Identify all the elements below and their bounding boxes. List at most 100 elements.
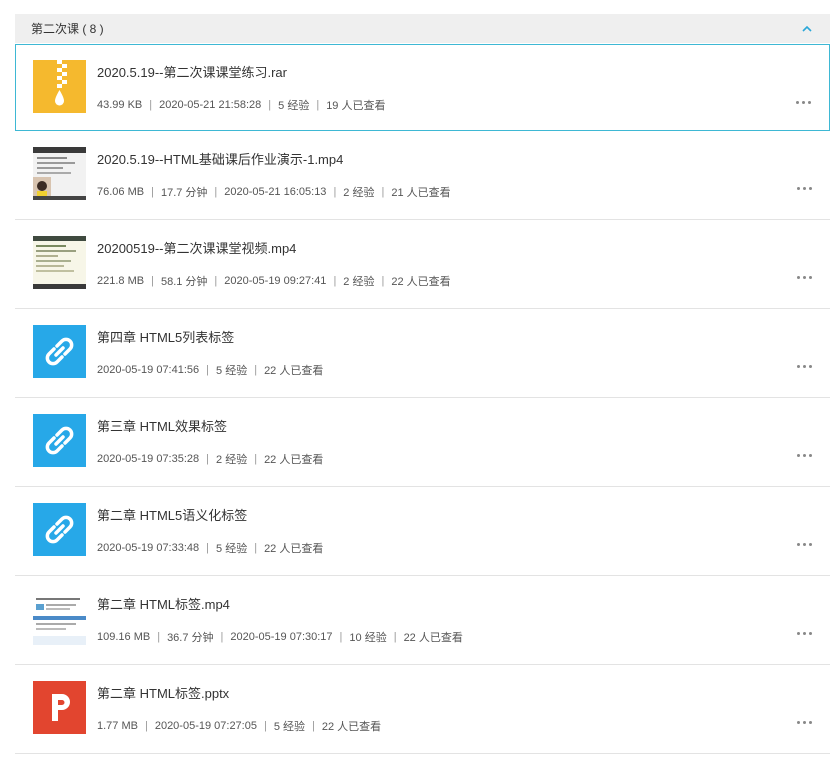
meta-value: 2020-05-21 16:05:13 <box>224 186 327 198</box>
video-thumbnail[interactable] <box>33 236 86 289</box>
list-item[interactable]: 第四章 HTML5列表标签 2020-05-19 07:41:56 | 5 经验 | 22… <box>15 309 830 398</box>
meta-separator: | <box>339 631 343 643</box>
meta-value: 22 人已查看 <box>264 365 324 377</box>
meta-separator: | <box>144 720 148 732</box>
meta-value: 221.8 MB <box>97 275 145 287</box>
meta-separator: | <box>316 99 320 111</box>
section-title: 第二次课 ( 8 ) <box>31 22 104 36</box>
list-item[interactable]: 20200519--第二次课课堂视频.mp4 221.8 MB | 58.1 分钟 | 2… <box>15 220 830 309</box>
item-title[interactable]: 第二章 HTML标签.pptx <box>97 683 229 702</box>
meta-value: 5 经验 <box>216 365 248 377</box>
link-icon[interactable] <box>33 325 86 378</box>
meta-separator: | <box>333 186 337 198</box>
meta-separator: | <box>151 186 154 198</box>
more-options-icon[interactable] <box>797 454 812 457</box>
meta-value: 22 人已查看 <box>391 276 451 288</box>
meta-separator: | <box>151 275 154 287</box>
item-title[interactable]: 第二章 HTML5语义化标签 <box>97 505 247 524</box>
link-icon[interactable] <box>33 414 86 467</box>
more-options-icon[interactable] <box>797 632 812 635</box>
item-meta: 43.99 KB | 2020-05-21 21:58:28 | 5 经验 | 19 人已查… <box>97 97 385 113</box>
meta-value: 1.77 MB <box>97 720 138 732</box>
chevron-up-icon[interactable] <box>800 22 814 36</box>
link-icon[interactable] <box>33 503 86 556</box>
video-thumbnail[interactable] <box>33 592 86 645</box>
meta-separator: | <box>312 720 315 732</box>
meta-separator: | <box>254 364 258 376</box>
meta-value: 5 经验 <box>278 100 310 112</box>
more-options-icon[interactable] <box>797 276 812 279</box>
item-meta: 109.16 MB | 36.7 分钟 | 2020-05-19 07:30:17 | 10… <box>97 629 463 645</box>
meta-value: 22 人已查看 <box>403 632 463 644</box>
meta-value: 21 人已查看 <box>391 187 451 199</box>
list-item[interactable]: 第二章 HTML标签.pptx 1.77 MB | 2020-05-19 07:27:… <box>15 665 830 754</box>
item-title[interactable]: 第三章 HTML效果标签 <box>97 416 227 435</box>
list-item[interactable]: 第二章 HTML标签.mp4 109.16 MB | 36.7 分钟 | 2020-05-… <box>15 576 830 665</box>
meta-separator: | <box>214 275 218 287</box>
more-options-icon[interactable] <box>797 365 812 368</box>
item-meta: 2020-05-19 07:35:28 | 2 经验 | 22 人已查看 <box>97 451 323 467</box>
meta-separator: | <box>263 720 267 732</box>
video-thumbnail[interactable] <box>33 147 86 200</box>
list-item[interactable]: 2020.5.19--HTML基础课后作业演示-1.mp4 76.06 MB | 17… <box>15 131 830 220</box>
meta-value: 76.06 MB <box>97 186 145 198</box>
meta-value: 43.99 KB <box>97 99 143 111</box>
item-title[interactable]: 第二章 HTML标签.mp4 <box>97 594 230 613</box>
meta-value: 5 经验 <box>273 721 306 733</box>
meta-value: 22 人已查看 <box>264 543 324 555</box>
meta-separator: | <box>149 99 153 111</box>
meta-value: 2020-05-19 07:33:48 <box>97 542 200 554</box>
meta-separator: | <box>206 364 210 376</box>
meta-value: 17.7 分钟 <box>160 187 208 199</box>
meta-separator: | <box>157 631 161 643</box>
section-header[interactable]: 第二次课 ( 8 ) <box>15 14 830 43</box>
meta-separator: | <box>214 186 218 198</box>
meta-separator: | <box>333 275 337 287</box>
more-options-icon[interactable] <box>797 543 812 546</box>
meta-value: 2 经验 <box>343 187 375 199</box>
meta-value: 2 经验 <box>343 276 375 288</box>
meta-separator: | <box>393 631 397 643</box>
meta-separator: | <box>254 453 258 465</box>
course-section: 第二次课 ( 8 ) 2020.5.19--第二次课课堂练习.rar 43.99 … <box>15 14 830 754</box>
meta-value: 2020-05-19 07:35:28 <box>97 453 200 465</box>
item-title[interactable]: 2020.5.19--HTML基础课后作业演示-1.mp4 <box>97 149 343 168</box>
list-item[interactable]: 第二章 HTML5语义化标签 2020-05-19 07:33:48 | 5 经验 | 2… <box>15 487 830 576</box>
ppt-file-icon[interactable] <box>33 681 86 734</box>
zip-file-icon[interactable] <box>33 60 86 113</box>
item-title[interactable]: 20200519--第二次课课堂视频.mp4 <box>97 238 296 257</box>
item-meta: 2020-05-19 07:33:48 | 5 经验 | 22 人已查看 <box>97 540 323 556</box>
resource-list: 2020.5.19--第二次课课堂练习.rar 43.99 KB | 2020-05-… <box>15 44 830 754</box>
meta-value: 19 人已查看 <box>326 100 386 112</box>
meta-separator: | <box>206 453 210 465</box>
meta-separator: | <box>381 186 385 198</box>
list-item[interactable]: 第三章 HTML效果标签 2020-05-19 07:35:28 | 2 经验 | 22 … <box>15 398 830 487</box>
more-options-icon[interactable] <box>796 101 811 104</box>
item-meta: 76.06 MB | 17.7 分钟 | 2020-05-21 16:05:13 | 2 经… <box>97 184 451 200</box>
meta-separator: | <box>220 631 224 643</box>
item-meta: 2020-05-19 07:41:56 | 5 经验 | 22 人已查看 <box>97 362 323 378</box>
meta-separator: | <box>381 275 385 287</box>
meta-separator: | <box>206 542 210 554</box>
item-title[interactable]: 第四章 HTML5列表标签 <box>97 327 234 346</box>
more-options-icon[interactable] <box>797 187 812 190</box>
meta-value: 2020-05-21 21:58:28 <box>159 99 262 111</box>
item-meta: 221.8 MB | 58.1 分钟 | 2020-05-19 09:27:41 | 2 经… <box>97 273 451 289</box>
meta-value: 22 人已查看 <box>321 721 382 733</box>
meta-value: 2020-05-19 07:41:56 <box>97 364 200 376</box>
meta-value: 2020-05-19 09:27:41 <box>224 275 327 287</box>
meta-value: 2 经验 <box>216 454 248 466</box>
item-title[interactable]: 2020.5.19--第二次课课堂练习.rar <box>97 62 287 81</box>
list-item[interactable]: 2020.5.19--第二次课课堂练习.rar 43.99 KB | 2020-05-… <box>15 44 830 131</box>
meta-value: 2020-05-19 07:30:17 <box>230 631 333 643</box>
meta-separator: | <box>254 542 258 554</box>
item-meta: 1.77 MB | 2020-05-19 07:27:05 | 5 经验 | 22 人已查看 <box>97 718 381 734</box>
meta-value: 22 人已查看 <box>264 454 324 466</box>
meta-value: 36.7 分钟 <box>167 632 214 644</box>
more-options-icon[interactable] <box>797 721 812 724</box>
meta-value: 58.1 分钟 <box>160 276 208 288</box>
meta-separator: | <box>268 99 272 111</box>
meta-value: 109.16 MB <box>97 631 151 643</box>
meta-value: 5 经验 <box>216 543 248 555</box>
meta-value: 10 经验 <box>349 632 387 644</box>
